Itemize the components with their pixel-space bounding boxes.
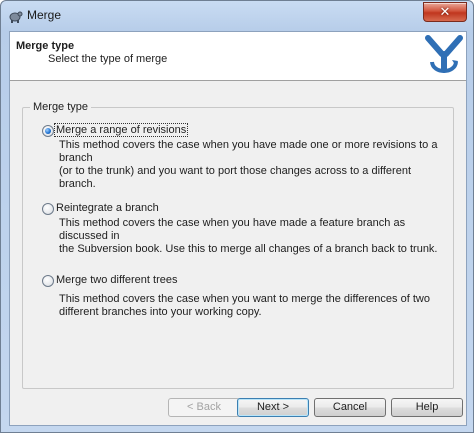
close-icon: ✕ [439,4,451,19]
option-description: This method covers the case when you wan… [59,293,439,319]
tortoisesvn-icon [9,11,23,23]
radio-range-of-revisions[interactable] [42,125,54,137]
description-line: This method covers the case when you hav… [59,217,406,242]
group-legend: Merge type [30,101,92,113]
option-label[interactable]: Merge a range of revisions [53,123,189,137]
window-title: Merge [27,8,62,22]
option-description: This method covers the case when you hav… [59,217,439,256]
radio-two-different-trees[interactable] [42,275,54,287]
page-title: Merge type [16,40,75,52]
option-description: This method covers the case when you hav… [59,139,439,191]
option-label[interactable]: Merge two different trees [56,274,177,286]
page-subtitle: Select the type of merge [48,53,168,65]
description-line: This method covers the case when you wan… [59,293,430,305]
cancel-button[interactable]: Cancel [314,398,386,417]
wizard-header: Merge type Select the type of merge [10,32,466,81]
merge-dialog: Merge ✕ Merge type Select the type of me… [0,0,474,433]
description-line: different branches into your working cop… [59,306,262,318]
radio-reintegrate-branch[interactable] [42,203,54,215]
description-line: (or to the trunk) and you want to port t… [59,165,411,190]
description-line: the Subversion book. Use this to merge a… [59,243,438,255]
title-bar[interactable]: Merge ✕ [1,1,473,31]
help-button[interactable]: Help [391,398,463,417]
next-button[interactable]: Next > [237,398,309,417]
back-button[interactable]: < Back [168,398,240,417]
option-label[interactable]: Reintegrate a branch [56,202,159,214]
merge-icon [425,35,463,73]
close-button[interactable]: ✕ [423,2,467,22]
dialog-body: Merge type Select the type of merge Merg… [9,31,467,426]
description-line: This method covers the case when you hav… [59,139,438,164]
